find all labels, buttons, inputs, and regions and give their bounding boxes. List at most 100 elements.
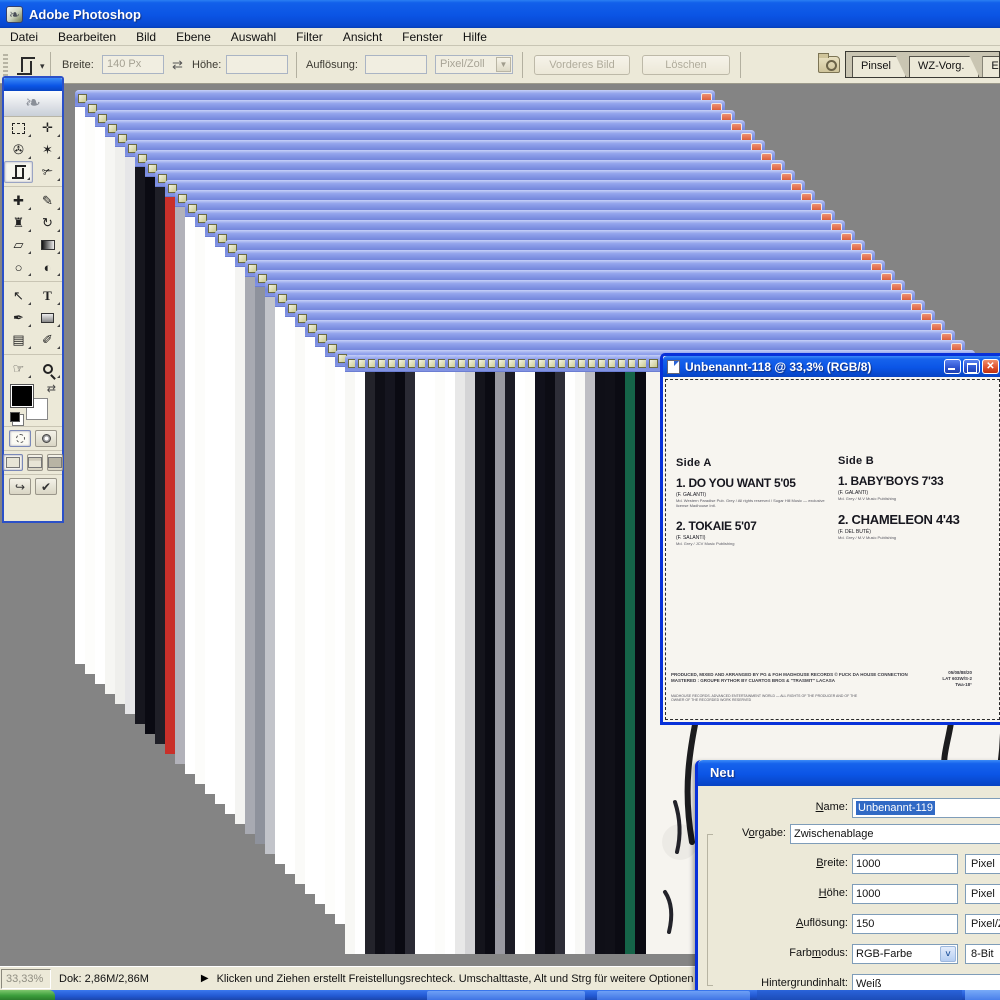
- farbmodus-select[interactable]: RGB-Farbe ˅: [852, 944, 958, 964]
- close-button[interactable]: ✕: [982, 359, 999, 374]
- path-select-tool[interactable]: ↖: [4, 285, 33, 307]
- eyedropper-icon: ✐: [42, 332, 53, 348]
- notes-tool[interactable]: ▤: [4, 329, 33, 351]
- status-arrow-icon[interactable]: ▶: [201, 973, 209, 984]
- minimize-button[interactable]: [944, 359, 961, 374]
- pen-tool[interactable]: ✒: [4, 307, 33, 329]
- menu-fenster[interactable]: Fenster: [392, 30, 453, 44]
- vorderes-bild-button[interactable]: Vorderes Bild: [534, 55, 630, 75]
- jump-to-imageready-button[interactable]: ↪: [9, 478, 31, 495]
- menu-datei[interactable]: Datei: [0, 30, 48, 44]
- type-tool[interactable]: T: [33, 285, 62, 307]
- breite-dlg-input[interactable]: 1000: [852, 854, 958, 874]
- palette-tab-ebenenko[interactable]: Ebenenko: [982, 56, 1000, 77]
- aufloesung-dlg-input[interactable]: 150: [852, 914, 958, 934]
- loeschen-button[interactable]: Löschen: [642, 55, 730, 75]
- neu-dialog-titlebar[interactable]: Neu: [698, 760, 1000, 786]
- breite-unit-select[interactable]: Pixel: [965, 854, 1000, 874]
- move-tool[interactable]: ✛: [33, 117, 62, 139]
- vorgabe-select[interactable]: Zwischenablage: [790, 824, 1000, 844]
- zoom-tool[interactable]: [33, 358, 62, 380]
- swap-colors-icon[interactable]: ⇄: [47, 382, 56, 395]
- fullscreen-menubar-button[interactable]: [27, 454, 43, 471]
- hoehe-unit-select[interactable]: Pixel: [965, 884, 1000, 904]
- brush-tool[interactable]: ✎: [33, 190, 62, 212]
- name-row: Name: Unbenannt-119: [698, 798, 1000, 818]
- chevron-down-icon[interactable]: ˅: [940, 946, 956, 962]
- standard-screen-button[interactable]: [3, 454, 23, 471]
- check-icon-button[interactable]: ✔: [35, 478, 57, 495]
- aufloesung-unit-select[interactable]: Pixel/Zol: [965, 914, 1000, 934]
- palette-tab-wzvorg[interactable]: WZ-Vorg.: [909, 56, 979, 77]
- taskbar-button[interactable]: [597, 991, 750, 1000]
- quick-mask-button[interactable]: [35, 430, 57, 447]
- swap-dimensions-icon[interactable]: ⇄: [172, 57, 183, 73]
- toolbox-palette[interactable]: ❧ ✛✇✶✃✚✎♜↻▱○◐↖T✒▤✐☞ ⇄ ↪ ✔: [2, 76, 64, 523]
- menu-filter[interactable]: Filter: [286, 30, 333, 44]
- menu-bild[interactable]: Bild: [126, 30, 166, 44]
- document-title: Unbenannt-118 @ 33,3% (RGB/8): [685, 360, 871, 374]
- separator: [522, 52, 523, 78]
- foreground-color-swatch[interactable]: [11, 385, 33, 407]
- eraser-tool[interactable]: ▱: [4, 234, 33, 256]
- document-window-unbenannt-118[interactable]: Unbenannt-118 @ 33,3% (RGB/8) ✕ Side A 1…: [660, 353, 1000, 725]
- document-titlebar[interactable]: Unbenannt-118 @ 33,3% (RGB/8) ✕: [663, 356, 1000, 377]
- zoom-level-field[interactable]: 33,33%: [1, 969, 51, 989]
- burn-tool[interactable]: ◐: [33, 256, 62, 278]
- breite-input[interactable]: 140 Px: [102, 55, 164, 74]
- magic-wand-tool[interactable]: ✶: [33, 139, 62, 161]
- menu-bearbeiten[interactable]: Bearbeiten: [48, 30, 126, 44]
- name-label: Name:: [816, 801, 848, 813]
- tool-preset-chevron-icon[interactable]: ▾: [40, 61, 45, 72]
- shape-tool[interactable]: [33, 307, 62, 329]
- clone-stamp-tool[interactable]: ♜: [4, 212, 33, 234]
- crop-tool[interactable]: [4, 161, 33, 183]
- dropdown-arrow-icon[interactable]: ▼: [496, 57, 511, 72]
- app-titlebar[interactable]: ❧ Adobe Photoshop: [0, 0, 1000, 28]
- crop-tool-icon[interactable]: [16, 56, 36, 76]
- start-button-fragment[interactable]: [0, 990, 55, 1000]
- menu-ansicht[interactable]: Ansicht: [333, 30, 392, 44]
- mask-mode-row: [4, 426, 62, 450]
- palette-tab-pinsel[interactable]: Pinsel: [852, 56, 906, 77]
- standard-mode-button[interactable]: [9, 430, 31, 447]
- lasso-tool[interactable]: ✇: [4, 139, 33, 161]
- default-colors-icon[interactable]: [10, 412, 20, 422]
- taskbar-button[interactable]: [427, 991, 585, 1000]
- file-browser-icon[interactable]: [818, 56, 840, 73]
- name-value: Unbenannt-119: [856, 801, 935, 815]
- menu-auswahl[interactable]: Auswahl: [221, 30, 286, 44]
- hoehe-input[interactable]: [226, 55, 288, 74]
- maximize-button[interactable]: [963, 359, 980, 374]
- hoehe-dlg-input[interactable]: 1000: [852, 884, 958, 904]
- healing-brush-tool[interactable]: ✚: [4, 190, 33, 212]
- hand-tool[interactable]: ☞: [4, 358, 33, 380]
- bitdepth-select[interactable]: 8-Bit: [965, 944, 1000, 964]
- record-fine-print: PRODUCED, MIXED AND ARRANGED BY PG & FGH…: [671, 672, 936, 684]
- menu-ebene[interactable]: Ebene: [166, 30, 221, 44]
- document-icon: [649, 359, 658, 368]
- eyedropper-tool[interactable]: ✐: [33, 329, 62, 351]
- neu-dialog[interactable]: Neu Name: Unbenannt-119 Vorgabe: Zwische…: [695, 760, 1000, 1000]
- record-track: 2. CHAMELEON 4'43(F. DEL BUTÉ)Md. Grey /…: [838, 512, 988, 540]
- lasso-icon: ✇: [13, 142, 24, 158]
- document-canvas[interactable]: Side A 1. DO YOU WANT 5'05(F. GALANTI)Md…: [663, 377, 1000, 722]
- name-input[interactable]: Unbenannt-119: [852, 798, 1000, 818]
- toolbox-titlebar[interactable]: [4, 78, 62, 91]
- aufloesung-unit-select[interactable]: Pixel/Zoll ▼: [435, 55, 513, 74]
- slice-tool[interactable]: ✃: [33, 161, 62, 183]
- history-brush-tool[interactable]: ↻: [33, 212, 62, 234]
- gradient-tool[interactable]: [33, 234, 62, 256]
- farbmodus-label: Farbmodus:: [789, 947, 848, 959]
- pen-icon: ✒: [13, 310, 24, 326]
- options-grip[interactable]: [3, 54, 8, 76]
- rect-marquee-tool[interactable]: [4, 117, 33, 139]
- blur-tool[interactable]: ○: [4, 256, 33, 278]
- menu-hilfe[interactable]: Hilfe: [453, 30, 497, 44]
- fullscreen-button[interactable]: [47, 454, 63, 471]
- farbmodus-row: Farbmodus: RGB-Farbe ˅ 8-Bit: [698, 944, 1000, 964]
- aufloesung-label: Auflösung:: [306, 59, 358, 71]
- vorgabe-label: Vorgabe:: [742, 827, 786, 839]
- tool-options-bar: ▾ Breite: 140 Px ⇄ Höhe: Auflösung: Pixe…: [0, 46, 1000, 84]
- aufloesung-input[interactable]: [365, 55, 427, 74]
